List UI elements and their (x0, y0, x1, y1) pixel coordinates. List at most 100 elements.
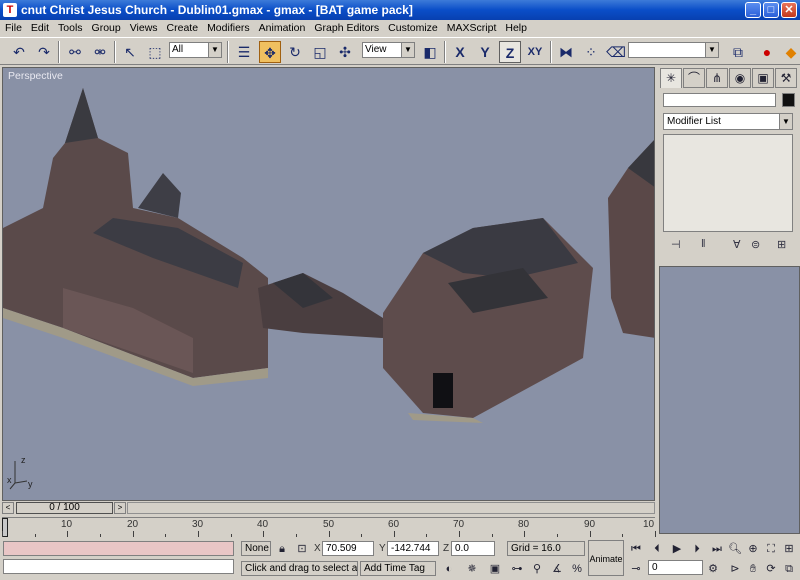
zoom-all-icon[interactable]: ⊕ (746, 542, 760, 556)
current-frame-field[interactable]: 0 (648, 560, 703, 575)
perspective-viewport[interactable]: Perspective z x y (2, 67, 655, 501)
field-of-view-icon[interactable]: ⊳ (728, 562, 742, 576)
menu-create[interactable]: Create (162, 22, 203, 34)
time-next-icon[interactable]: > (114, 502, 126, 514)
remove-modifier-icon[interactable]: ⊜ (751, 238, 760, 251)
menu-customize[interactable]: Customize (383, 22, 442, 34)
object-name-field[interactable] (663, 93, 776, 107)
modifier-stack[interactable] (663, 134, 793, 232)
go-to-start-icon[interactable]: ⏮ (629, 542, 643, 556)
absolute-mode-icon[interactable]: ⊡ (295, 542, 309, 556)
menu-edit[interactable]: Edit (26, 22, 53, 34)
select-and-scale-icon[interactable]: ◱ (309, 41, 331, 63)
box-icon[interactable]: ▣ (488, 562, 502, 576)
create-tab-icon[interactable]: ✳ (660, 68, 682, 88)
select-region-icon[interactable]: ⬚ (144, 41, 166, 63)
pivot-point-icon[interactable]: ◧ (419, 41, 441, 63)
maximize-viewport-icon[interactable]: ⧉ (782, 562, 796, 576)
track-bar[interactable]: 10 20 30 40 50 60 70 80 90 10 (2, 517, 656, 537)
modify-tab-icon[interactable]: ⌒ (683, 68, 705, 88)
select-object-icon[interactable]: ↖ (119, 41, 141, 63)
modifier-list-dropdown[interactable]: Modifier List ▼ (663, 113, 793, 130)
previous-frame-icon[interactable]: ⏴ (650, 542, 664, 556)
align-icon[interactable]: ⧉ (727, 41, 749, 63)
unlink-selection-icon[interactable]: ⚮ (89, 41, 111, 63)
hierarchy-tab-icon[interactable]: ⋔ (706, 68, 728, 88)
arc-rotate-icon[interactable]: ⟳ (764, 562, 778, 576)
select-by-name-icon[interactable]: ☰ (233, 41, 255, 63)
motion-tab-icon[interactable]: ◉ (729, 68, 751, 88)
rollout-area[interactable] (659, 266, 800, 534)
menu-maxscript[interactable]: MAXScript (442, 22, 501, 34)
next-frame-icon[interactable]: ⏵ (690, 542, 704, 556)
redo-icon[interactable]: ↷ (33, 41, 55, 63)
menu-graph-editors[interactable]: Graph Editors (309, 22, 383, 34)
menu-file[interactable]: File (0, 22, 26, 34)
select-and-move-icon[interactable]: ✥ (259, 41, 281, 63)
array-icon[interactable]: ⁘ (580, 41, 602, 63)
mirror-icon[interactable]: ⧓ (555, 41, 577, 63)
select-and-link-icon[interactable]: ⚯ (64, 41, 86, 63)
menu-views[interactable]: Views (125, 22, 162, 34)
named-selection-dropdown[interactable]: ▼ (628, 42, 719, 58)
angle-snap-icon[interactable]: ∡ (550, 562, 564, 576)
restrict-x-button[interactable]: X (449, 41, 471, 63)
add-time-tag-button[interactable]: Add Time Tag (360, 561, 436, 576)
time-configuration-icon[interactable]: ⚙ (706, 562, 720, 576)
reference-coordinate-dropdown[interactable]: View ▼ (362, 42, 415, 58)
menu-animation[interactable]: Animation (254, 22, 310, 34)
menu-help[interactable]: Help (500, 22, 531, 34)
object-color-swatch[interactable] (782, 93, 795, 107)
degradation-override-icon[interactable]: ✵ (465, 562, 479, 576)
title-bar[interactable]: T cnut Christ Jesus Church - Dublin01.gm… (0, 0, 800, 20)
ruler-tick (263, 531, 264, 537)
eraser-icon[interactable]: ⌫ (605, 41, 627, 63)
time-prev-icon[interactable]: < (2, 502, 14, 514)
restrict-xy-button[interactable]: XY (524, 41, 546, 63)
play-icon[interactable]: ▶ (670, 542, 684, 556)
make-unique-icon[interactable]: ∀ (733, 238, 741, 251)
menu-modifiers[interactable]: Modifiers (202, 22, 254, 34)
pan-icon[interactable]: ✋︎ (746, 562, 760, 576)
maxscript-listener-white[interactable] (3, 559, 234, 574)
percent-snap-icon[interactable]: % (570, 562, 584, 576)
show-end-result-icon[interactable]: ‖ (701, 238, 706, 250)
close-button[interactable]: ✕ (781, 2, 797, 18)
time-slider-thumb[interactable]: 0 / 100 (16, 502, 113, 514)
lock-selection-icon[interactable]: 🔒︎ (275, 542, 289, 556)
configure-modifier-sets-icon[interactable]: ⊞ (777, 238, 786, 251)
menu-tools[interactable]: Tools (53, 22, 87, 34)
maximize-button[interactable]: □ (763, 2, 779, 18)
maxscript-listener-pink[interactable] (3, 541, 234, 556)
y-label: Y (379, 543, 386, 554)
menu-group[interactable]: Group (87, 22, 125, 34)
manipulate-icon[interactable]: ✣ (334, 41, 356, 63)
z-coordinate-field[interactable]: 0.0 (451, 541, 495, 556)
render-icon[interactable]: ● (756, 41, 778, 63)
display-tab-icon[interactable]: ▣ (752, 68, 774, 88)
select-and-rotate-icon[interactable]: ↻ (284, 41, 306, 63)
app-icon[interactable]: T (3, 3, 17, 17)
snap-toggle-icon[interactable]: ⚲ (530, 562, 544, 576)
pin-stack-icon[interactable]: ⊣ (671, 238, 681, 251)
time-slider[interactable]: < 0 / 100 > (2, 501, 655, 515)
walk-through-icon[interactable]: ◐ (442, 562, 456, 576)
zoom-icon[interactable]: 🔍︎ (728, 542, 742, 556)
undo-icon[interactable]: ↶ (8, 41, 30, 63)
time-slider-track[interactable] (127, 502, 655, 514)
x-coordinate-field[interactable]: 70.509 (322, 541, 374, 556)
minimize-button[interactable]: _ (745, 2, 761, 18)
animate-button[interactable]: Animate (588, 540, 624, 576)
key-mode-icon[interactable]: ⊶ (510, 562, 524, 576)
ruler-tick (524, 531, 525, 537)
y-coordinate-field[interactable]: -142.744 (387, 541, 439, 556)
quick-render-icon[interactable]: ◆ (780, 41, 800, 63)
selection-filter-dropdown[interactable]: All ▼ (169, 42, 222, 58)
zoom-extents-all-icon[interactable]: ⊞ (782, 542, 796, 556)
zoom-extents-icon[interactable]: ⛶ (764, 542, 778, 556)
restrict-y-button[interactable]: Y (474, 41, 496, 63)
utilities-tab-icon[interactable]: ⚒ (775, 68, 797, 88)
restrict-z-button[interactable]: Z (499, 41, 521, 63)
key-mode-toggle-icon[interactable]: ⊸ (629, 562, 643, 576)
go-to-end-icon[interactable]: ⏭ (710, 542, 724, 556)
